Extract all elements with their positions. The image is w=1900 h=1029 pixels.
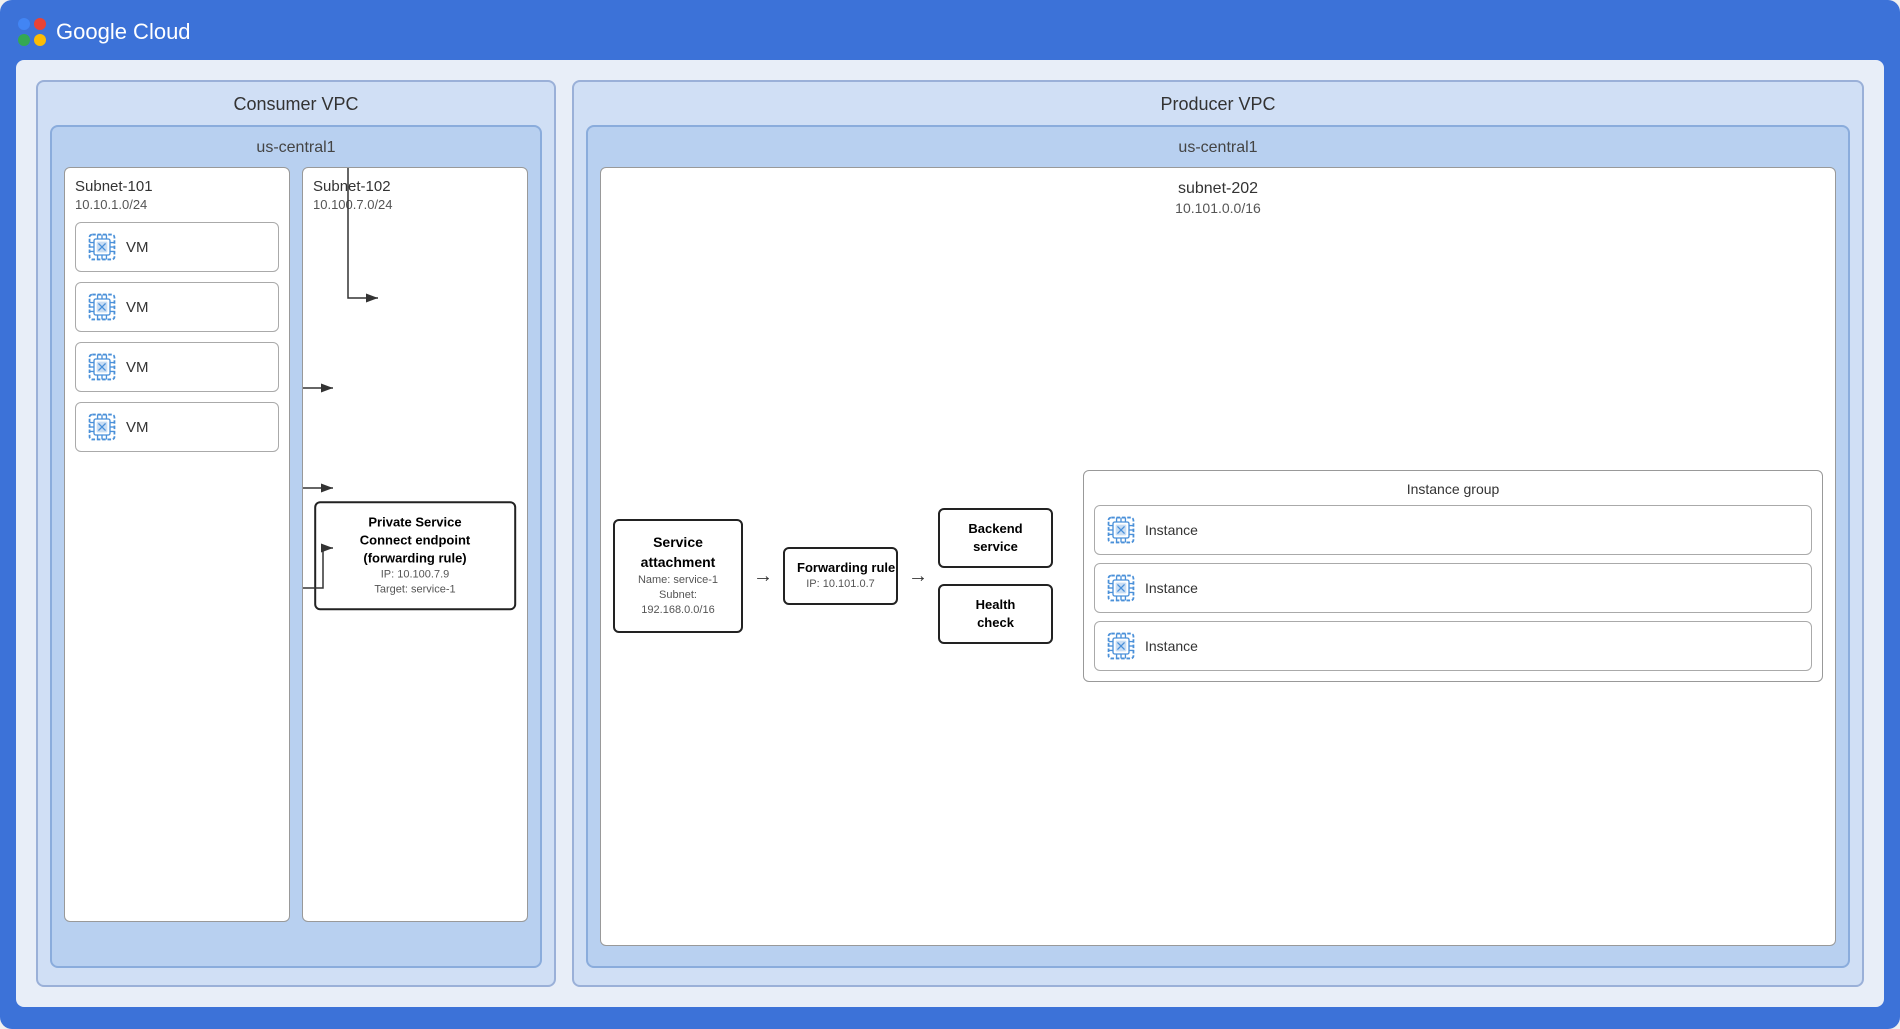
subnet-101-name: Subnet-101	[75, 178, 279, 195]
arrow-fr-bs: →	[908, 565, 928, 588]
bs-hc-col: Backendservice Healthcheck	[938, 508, 1053, 645]
producer-subnet-cidr: 10.101.0.0/16	[613, 200, 1823, 216]
vm-list: VM	[75, 222, 279, 452]
instance-item-3: Instance	[1094, 621, 1812, 671]
vm-label-1: VM	[126, 239, 149, 256]
vm-chip-icon-4	[86, 411, 118, 443]
instance-chip-icon-2	[1105, 572, 1137, 604]
subnet-101-cidr: 10.10.1.0/24	[75, 197, 279, 212]
subnet-101-box: Subnet-101 10.10.1.0/24	[64, 167, 290, 922]
sa-name: Name: service-1	[627, 573, 729, 588]
backend-service-box: Backendservice	[938, 508, 1053, 568]
consumer-diagram: Subnet-101 10.10.1.0/24	[64, 167, 528, 922]
vm-label-3: VM	[126, 359, 149, 376]
fr-title: Forwarding rule	[797, 559, 884, 577]
psc-ip: IP: 10.100.7.9	[328, 567, 502, 582]
instance-group-box: Instance group	[1083, 470, 1823, 682]
consumer-vpc-container: Consumer VPC us-central1 Subnet-101 10.1…	[36, 80, 556, 987]
vm-label-2: VM	[126, 299, 149, 316]
instance-group-label: Instance group	[1094, 481, 1812, 497]
arrow-sa-fr: →	[753, 565, 773, 588]
consumer-region-label: us-central1	[64, 139, 528, 157]
vm-item-1: VM	[75, 222, 279, 272]
google-logo-icon	[16, 16, 48, 48]
psc-title: Private ServiceConnect endpoint(forwardi…	[328, 513, 502, 568]
producer-vpc-label: Producer VPC	[586, 94, 1850, 115]
outer-frame: Google Cloud Consumer VPC us-central1 Su…	[0, 0, 1900, 1029]
psc-target: Target: service-1	[328, 583, 502, 598]
producer-region-label: us-central1	[600, 139, 1836, 157]
producer-subnet-box: subnet-202 10.101.0.0/16 Serviceattachme…	[600, 167, 1836, 946]
vm-chip-icon-3	[86, 351, 118, 383]
vm-item-4: VM	[75, 402, 279, 452]
bs-title: Backendservice	[952, 520, 1039, 556]
fr-ip: IP: 10.101.0.7	[797, 577, 884, 592]
vm-chip-icon-1	[86, 231, 118, 263]
subnet-102-name: Subnet-102	[313, 178, 517, 195]
instance-item-1: Instance	[1094, 505, 1812, 555]
health-check-box: Healthcheck	[938, 584, 1053, 644]
service-attachment-box: Serviceattachment Name: service-1 Subnet…	[613, 519, 743, 632]
consumer-region-box: us-central1 Subnet-101 10.10.1.0/24	[50, 125, 542, 968]
producer-subnet-name: subnet-202	[613, 180, 1823, 198]
psc-endpoint-box: Private ServiceConnect endpoint(forwardi…	[314, 501, 516, 610]
vm-item-2: VM	[75, 282, 279, 332]
producer-flow-diagram: Serviceattachment Name: service-1 Subnet…	[613, 232, 1823, 920]
google-cloud-logo: Google Cloud	[16, 16, 191, 48]
vm-chip-icon-2	[86, 291, 118, 323]
instance-chip-icon-3	[1105, 630, 1137, 662]
instance-label-1: Instance	[1145, 522, 1198, 538]
psc-endpoint-wrapper: Private ServiceConnect endpoint(forwardi…	[314, 501, 516, 610]
header: Google Cloud	[16, 16, 1884, 48]
instance-label-3: Instance	[1145, 638, 1198, 654]
vm-item-3: VM	[75, 342, 279, 392]
instance-group-container: Instance group	[1083, 470, 1823, 682]
instance-items-list: Instance	[1094, 505, 1812, 671]
hc-title: Healthcheck	[952, 596, 1039, 632]
main-content: Consumer VPC us-central1 Subnet-101 10.1…	[16, 60, 1884, 1007]
instance-item-2: Instance	[1094, 563, 1812, 613]
sa-subnet: Subnet:192.168.0.0/16	[627, 588, 729, 619]
instance-label-2: Instance	[1145, 580, 1198, 596]
producer-region-box: us-central1 subnet-202 10.101.0.0/16 Ser…	[586, 125, 1850, 968]
vm-label-4: VM	[126, 419, 149, 436]
subnet-102-cidr: 10.100.7.0/24	[313, 197, 517, 212]
instance-chip-icon-1	[1105, 514, 1137, 546]
subnet-102-box: Subnet-102 10.100.7.0/24 Private Service…	[302, 167, 528, 922]
logo-text: Google Cloud	[56, 19, 191, 45]
consumer-vpc-label: Consumer VPC	[50, 94, 542, 115]
producer-vpc-container: Producer VPC us-central1 subnet-202 10.1…	[572, 80, 1864, 987]
forwarding-rule-box: Forwarding rule IP: 10.101.0.7	[783, 547, 898, 605]
service-attachment-title: Serviceattachment	[627, 533, 729, 572]
